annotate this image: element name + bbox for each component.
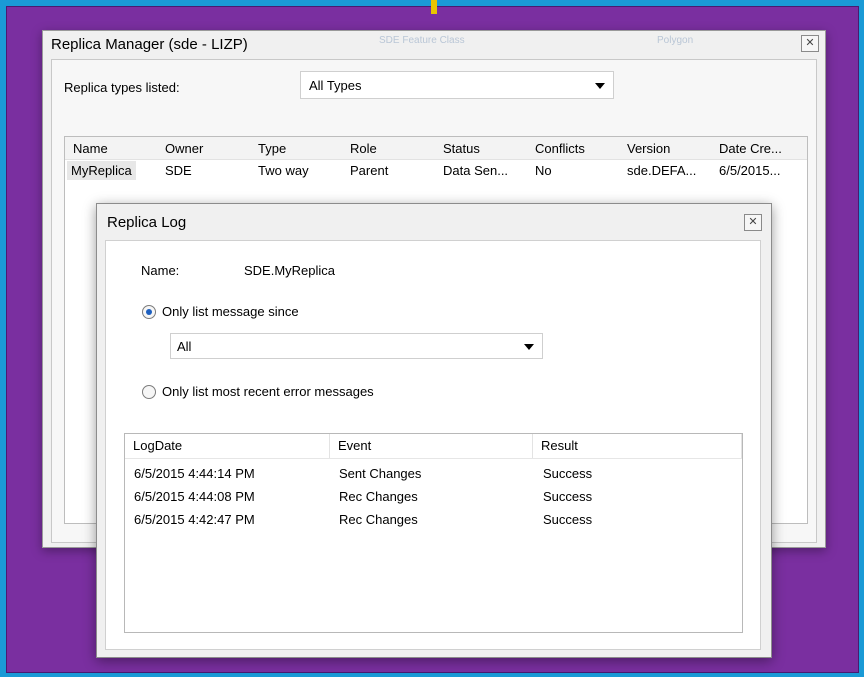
log-result-cell: Success <box>543 512 593 527</box>
replica-conflicts-cell: No <box>535 163 552 178</box>
background-ghost-text: Polygon <box>657 35 694 46</box>
table-row[interactable]: 6/5/2015 4:44:08 PM Rec Changes Success <box>125 485 742 508</box>
log-table-header: LogDate Event Result <box>125 434 742 459</box>
replica-table-header: Name Owner Type Role Status Conflicts Ve… <box>65 137 807 160</box>
log-date-cell: 6/5/2015 4:42:47 PM <box>134 512 255 527</box>
column-header-logdate[interactable]: LogDate <box>125 434 330 458</box>
recent-errors-label[interactable]: Only list most recent error messages <box>162 384 374 399</box>
only-since-radio[interactable] <box>142 305 156 319</box>
log-date-cell: 6/5/2015 4:44:14 PM <box>134 466 255 481</box>
column-header-date-created[interactable]: Date Cre... <box>719 141 782 156</box>
column-header-version[interactable]: Version <box>627 141 670 156</box>
log-result-cell: Success <box>543 466 593 481</box>
replica-log-title: Replica Log <box>107 214 187 231</box>
log-event-cell: Rec Changes <box>339 489 418 504</box>
log-date-cell: 6/5/2015 4:44:08 PM <box>134 489 255 504</box>
replica-owner-cell: SDE <box>165 163 192 178</box>
column-header-role[interactable]: Role <box>350 141 377 156</box>
column-header-conflicts[interactable]: Conflicts <box>535 141 585 156</box>
column-header-owner[interactable]: Owner <box>165 141 203 156</box>
chevron-down-icon <box>595 83 605 89</box>
column-header-event[interactable]: Event <box>330 434 533 458</box>
replica-version-cell: sde.DEFA... <box>627 163 697 178</box>
close-icon[interactable]: ✕ <box>801 35 819 52</box>
column-header-type[interactable]: Type <box>258 141 286 156</box>
chevron-down-icon <box>524 344 534 350</box>
column-header-result[interactable]: Result <box>533 434 742 458</box>
since-dropdown[interactable]: All <box>170 333 543 359</box>
replica-types-dropdown[interactable]: All Types <box>300 71 614 99</box>
table-row[interactable]: MyReplica SDE Two way Parent Data Sen...… <box>65 159 807 181</box>
only-since-label[interactable]: Only list message since <box>162 304 299 319</box>
recent-errors-radio[interactable] <box>142 385 156 399</box>
close-icon[interactable]: ✕ <box>744 214 762 231</box>
log-table: LogDate Event Result 6/5/2015 4:44:14 PM… <box>124 433 743 633</box>
desktop-marker <box>431 0 437 14</box>
since-value: All <box>177 339 192 354</box>
replica-type-cell: Two way <box>258 163 309 178</box>
replica-log-dialog: Replica Log ✕ Name: SDE.MyReplica Only l… <box>96 203 772 658</box>
background-ghost-text: SDE Feature Class <box>379 35 465 46</box>
replica-date-cell: 6/5/2015... <box>719 163 781 178</box>
replica-role-cell: Parent <box>350 163 389 178</box>
replica-name-value: SDE.MyReplica <box>244 263 336 278</box>
replica-name-label: Name: <box>141 263 180 278</box>
column-header-status[interactable]: Status <box>443 141 480 156</box>
replica-status-cell: Data Sen... <box>443 163 509 178</box>
log-event-cell: Sent Changes <box>339 466 422 481</box>
replica-types-value: All Types <box>309 78 362 93</box>
replica-types-label: Replica types listed: <box>64 80 180 95</box>
table-row[interactable]: 6/5/2015 4:42:47 PM Rec Changes Success <box>125 508 742 531</box>
table-row[interactable]: 6/5/2015 4:44:14 PM Sent Changes Success <box>125 462 742 485</box>
column-header-name[interactable]: Name <box>73 141 108 156</box>
replica-log-panel: Name: SDE.MyReplica Only list message si… <box>105 240 761 650</box>
replica-manager-title: Replica Manager (sde - LIZP) <box>51 36 248 53</box>
log-result-cell: Success <box>543 489 593 504</box>
replica-name-cell: MyReplica <box>67 161 136 180</box>
log-event-cell: Rec Changes <box>339 512 418 527</box>
